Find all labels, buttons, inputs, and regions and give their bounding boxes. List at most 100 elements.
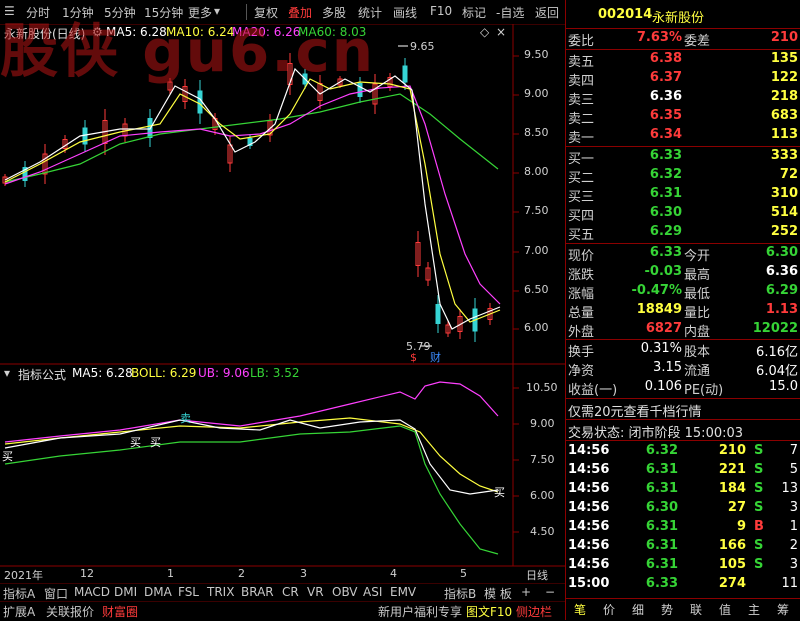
indicator-tabs: 指标A 窗口 MACD DMI DMA FSL TRIX BRAR CR VR …	[0, 583, 565, 602]
bid-price[interactable]: 6.32	[626, 167, 682, 182]
tab-extension-a[interactable]: 扩展A	[3, 603, 35, 620]
fund-label: 收益(一)	[568, 383, 618, 398]
ask-volume: 218	[770, 89, 798, 104]
bid-price[interactable]: 6.33	[626, 148, 682, 163]
buy-signal: 买	[130, 436, 141, 449]
tick-count: 13	[781, 481, 798, 496]
indicator-title[interactable]: 指标公式	[18, 366, 66, 383]
tab-indicator-b[interactable]: 指标B	[444, 585, 476, 602]
remove-tab-button[interactable]: −	[545, 585, 555, 599]
ask-price[interactable]: 6.38	[626, 51, 682, 66]
tab-trix[interactable]: TRIX	[207, 585, 234, 599]
ask-level-label: 卖四	[568, 74, 595, 89]
event-marker-cai[interactable]: 财	[430, 349, 441, 365]
event-marker-s[interactable]: $	[410, 351, 417, 364]
tick-direction: S	[754, 481, 764, 496]
weibi-label: 委比	[568, 34, 595, 49]
new-user-benefit-link[interactable]: 新用户福利专享	[378, 603, 462, 620]
bid-price[interactable]: 6.29	[626, 224, 682, 239]
time-tick: 2	[238, 567, 245, 580]
chevron-down-icon[interactable]: ▾	[4, 366, 10, 380]
f10-button[interactable]: F10	[430, 4, 452, 18]
indicator-lb-label: LB: 3.52	[250, 366, 300, 380]
stat-value: 6.33	[649, 245, 682, 260]
tick-time: 14:56	[568, 500, 610, 515]
bid-volume: 333	[770, 148, 798, 163]
tab-window[interactable]: 窗口	[44, 585, 68, 602]
tick-price: 6.31	[645, 462, 678, 477]
kline-chart[interactable]	[0, 24, 565, 620]
mark-button[interactable]: 标记	[462, 4, 486, 21]
quote-tab[interactable]: 笔	[574, 601, 586, 618]
tick-count: 7	[789, 443, 798, 458]
ask-price[interactable]: 6.34	[626, 127, 682, 142]
trade-status: 交易状态: 闭市阶段 15:00:03	[568, 426, 744, 441]
tab-vr[interactable]: VR	[307, 585, 324, 599]
add-watchlist-button[interactable]: -自选	[496, 4, 524, 21]
tick-price: 6.31	[645, 557, 678, 572]
weicha-value: 210	[770, 30, 798, 45]
promo-banner[interactable]: 仅需20元查看千档行情	[568, 401, 702, 420]
tab-cr[interactable]: CR	[282, 585, 299, 599]
tab-related-quotes[interactable]: 关联报价	[46, 603, 94, 620]
tab-template[interactable]: 模 板	[484, 585, 512, 602]
tick-price: 6.31	[645, 481, 678, 496]
period-label[interactable]: 日线	[526, 567, 548, 583]
fund-value: 15.0	[769, 379, 798, 394]
bid-level-label: 买一	[568, 152, 595, 167]
fund-label: PE(动)	[684, 383, 724, 398]
back-button[interactable]: 返回	[535, 4, 559, 21]
tab-dmi[interactable]: DMI	[114, 585, 137, 599]
tick-price: 6.31	[645, 519, 678, 534]
stat-label: 最低	[684, 287, 711, 302]
tick-time: 14:56	[568, 557, 610, 572]
tick-price: 6.33	[645, 576, 678, 591]
ask-price[interactable]: 6.37	[626, 70, 682, 85]
ask-price[interactable]: 6.35	[626, 108, 682, 123]
tick-price: 6.30	[645, 500, 678, 515]
indicator-tick: 7.50	[530, 453, 555, 466]
bid-volume: 252	[770, 224, 798, 239]
fund-value: 0.106	[644, 379, 682, 394]
stat-label: 涨跌	[568, 268, 595, 283]
stat-label: 内盘	[684, 325, 711, 340]
stat-value: 1.13	[765, 302, 798, 317]
bid-price[interactable]: 6.31	[626, 186, 682, 201]
tab-brar[interactable]: BRAR	[241, 585, 274, 599]
tick-count: 2	[789, 538, 798, 553]
fund-value: 3.15	[653, 360, 682, 375]
quote-tab[interactable]: 联	[690, 601, 702, 618]
tab-indicator-a[interactable]: 指标A	[3, 585, 35, 602]
tab-asi[interactable]: ASI	[363, 585, 382, 599]
bid-price[interactable]: 6.30	[626, 205, 682, 220]
stat-label: 外盘	[568, 325, 595, 340]
price-tick: 8.00	[524, 165, 549, 178]
diamond-icon[interactable]: ◇	[480, 25, 489, 39]
tick-count: 1	[789, 519, 798, 534]
ask-price[interactable]: 6.36	[626, 89, 682, 104]
ask-level-label: 卖三	[568, 93, 595, 108]
quote-tab[interactable]: 价	[603, 601, 615, 618]
tick-time: 14:56	[568, 462, 610, 477]
candlesticks	[2, 53, 493, 342]
graphic-f10-link[interactable]: 图文F10	[466, 603, 512, 620]
buy-signal: 买	[2, 450, 13, 463]
tab-macd[interactable]: MACD	[74, 585, 110, 599]
quote-tab[interactable]: 筹	[777, 601, 789, 618]
fund-label: 净资	[568, 364, 595, 379]
tab-obv[interactable]: OBV	[332, 585, 358, 599]
quote-tab[interactable]: 势	[661, 601, 673, 618]
draw-line-button[interactable]: 画线	[393, 4, 417, 21]
tab-dma[interactable]: DMA	[144, 585, 172, 599]
quote-tab[interactable]: 主	[748, 601, 760, 618]
tab-fsl[interactable]: FSL	[178, 585, 199, 599]
add-tab-button[interactable]: +	[521, 585, 531, 599]
quote-tab[interactable]: 值	[719, 601, 731, 618]
sidebar-toggle[interactable]: 侧边栏	[516, 603, 552, 620]
tab-wealth-circle[interactable]: 财富圈	[102, 603, 138, 620]
tab-emv[interactable]: EMV	[390, 585, 416, 599]
quote-tab[interactable]: 细	[632, 601, 644, 618]
close-icon[interactable]: ×	[496, 25, 506, 39]
indicator-tick: 4.50	[530, 525, 555, 538]
ask-volume: 135	[770, 51, 798, 66]
